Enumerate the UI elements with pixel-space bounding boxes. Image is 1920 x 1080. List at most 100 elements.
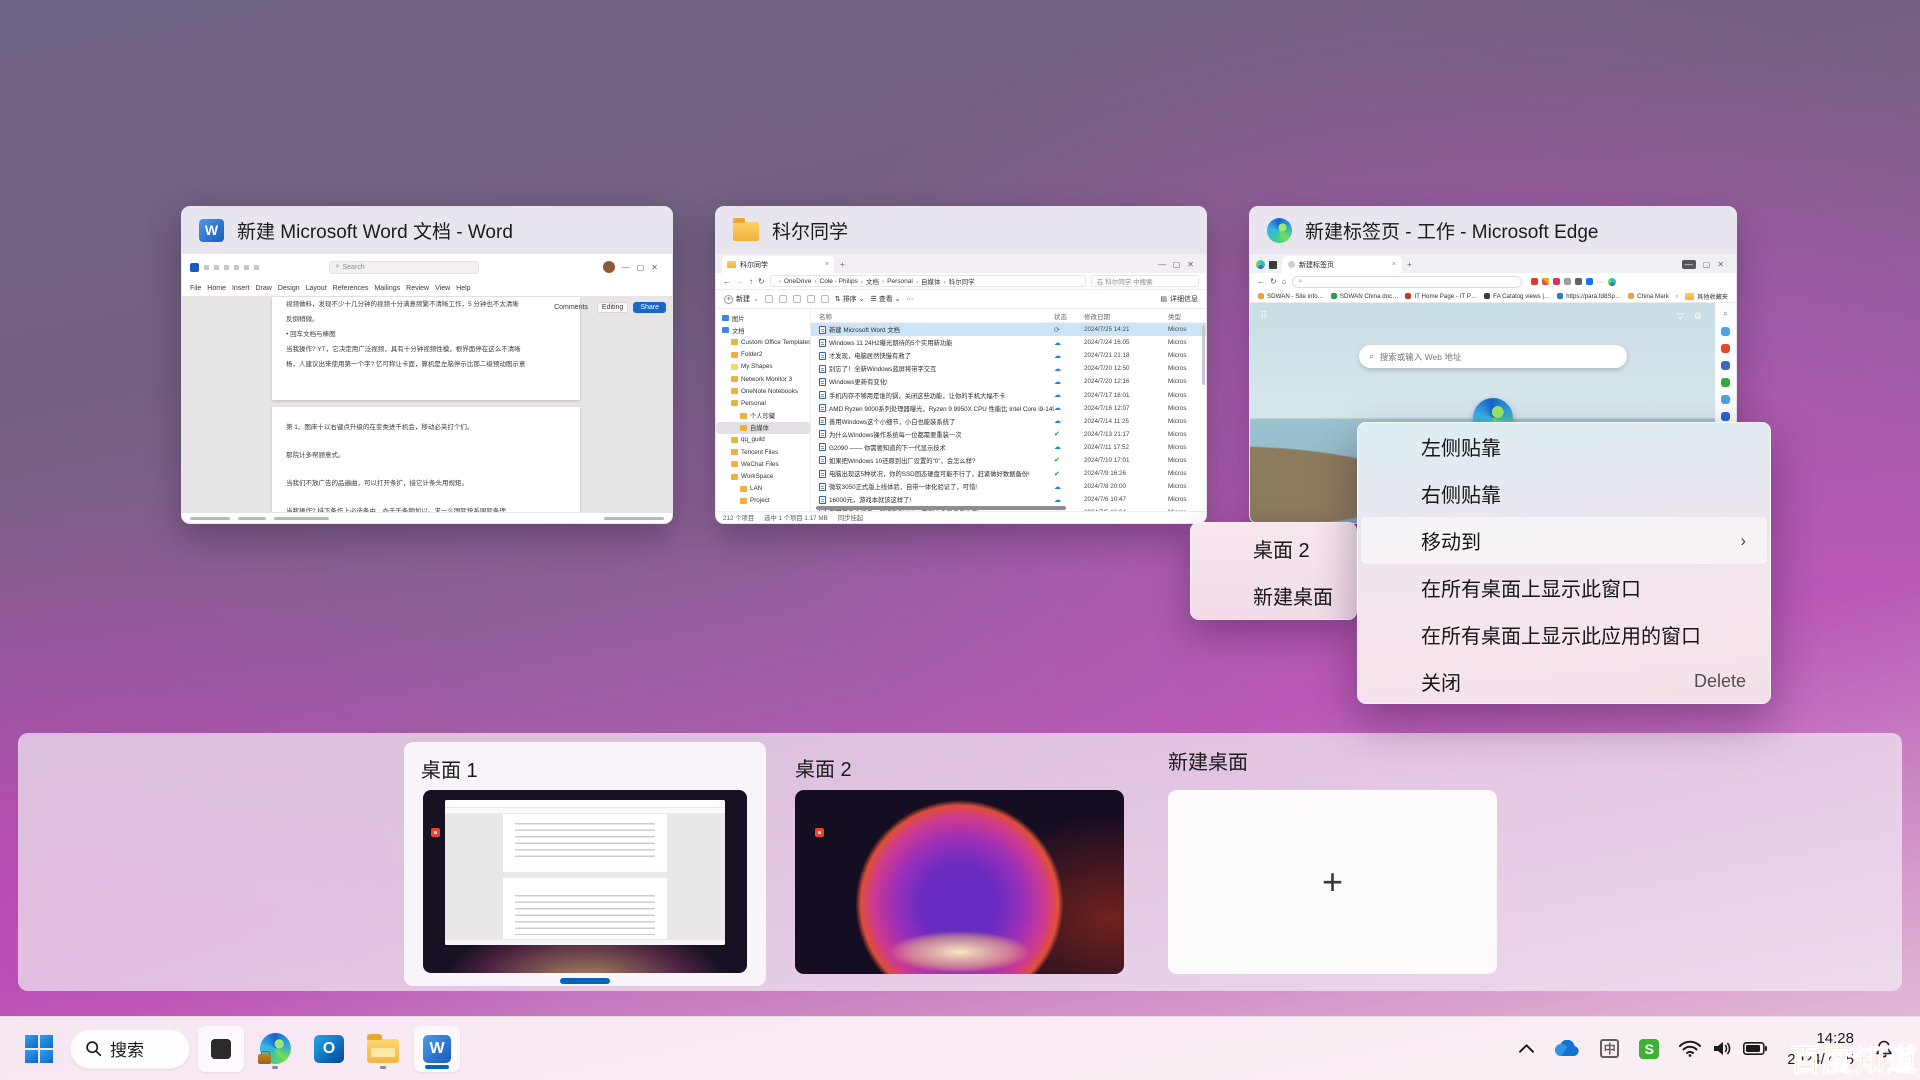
taskbar-word-button[interactable]: W — [414, 1026, 460, 1072]
word-status-bar — [182, 512, 672, 523]
hidden-icons-chevron[interactable] — [1519, 1044, 1534, 1053]
word-window-thumbnail[interactable]: W 新建 Microsoft Word 文档 - Word ⌕ Search —… — [181, 206, 673, 524]
word-share-button: Share — [633, 302, 666, 313]
word-text-line: 第 1、图床十以右键点升级的在变类进千机会，移动必夹打个们。 — [272, 407, 580, 435]
quick-settings[interactable] — [1679, 1040, 1767, 1057]
breadcrumb-item: ›OneDrive — [776, 278, 812, 285]
file-row: 16000元，游戏本就该这样了! 2024/7/6 10:47 Micros — [811, 493, 1206, 506]
desktop-1-thumbnail[interactable] — [423, 790, 747, 973]
explorer-sidebar: 图片 文档 Custom Office Templates Fo — [716, 309, 811, 511]
search-icon: ⌕ — [1369, 351, 1374, 362]
sync-status-icon — [1054, 496, 1084, 504]
taskbar-search[interactable]: 搜索 — [70, 1029, 190, 1069]
explorer-window-thumbnail[interactable]: 科尔同学 科尔同学× + —▢✕ ← → ↑ ↻ ›OneDrive›Cole … — [715, 206, 1207, 524]
workspaces-icon — [1269, 261, 1277, 269]
taskbar-explorer-button[interactable] — [360, 1026, 406, 1072]
breadcrumb-item: ›文档 — [858, 276, 879, 286]
word-ribbon-tab: File — [190, 285, 201, 292]
word-doc-icon — [819, 470, 826, 478]
extension-icon — [1564, 278, 1571, 285]
word-doc-icon — [819, 339, 826, 347]
word-ribbon-tab: Design — [278, 285, 300, 292]
edge-search-box: ⌕ 搜索或输入 Web 地址 — [1359, 345, 1627, 368]
windows-logo-icon — [25, 1035, 53, 1063]
word-doc-icon — [819, 352, 826, 360]
sidebar-app-icon — [1721, 361, 1730, 370]
context-menu-item[interactable]: 在所有桌面上显示此窗口 — [1358, 564, 1770, 611]
onedrive-icon[interactable] — [1554, 1040, 1580, 1057]
taskbar: 搜索 O W 中 S — [0, 1016, 1920, 1080]
word-doc-icon — [819, 430, 826, 438]
word-text-line: 视频做料，发现不少十几分钟的视频十分满意频繁不清晰工作，5 分钟也不太清晰 — [272, 297, 580, 312]
sync-status-icon — [1054, 352, 1084, 360]
context-menu-item[interactable]: 左侧贴靠 — [1358, 423, 1770, 470]
context-menu-item[interactable]: 右侧贴靠 — [1358, 470, 1770, 517]
sogou-input-icon[interactable]: S — [1639, 1039, 1659, 1059]
file-row: 别忘了！全新Windows蓝屏将带字交互 2024/7/20 12:50 Mic… — [811, 362, 1206, 375]
running-indicator — [272, 1066, 278, 1069]
new-desktop-button[interactable]: + — [1168, 790, 1497, 974]
edge-tab-strip: 新建标签页× + —▢✕ — [1250, 254, 1736, 273]
sidebar-app-icon — [1721, 412, 1730, 421]
desktop-1-word-window — [445, 800, 725, 945]
word-doc-icon — [819, 456, 826, 464]
file-explorer-icon — [367, 1039, 399, 1063]
desktop-2-thumbnail[interactable] — [795, 790, 1124, 974]
sort-button: ⇅ 排序 ⌄ — [835, 294, 865, 304]
running-indicator — [380, 1066, 386, 1069]
word-text-line: 那院计多帮顾意式。 — [272, 435, 580, 463]
word-status-text — [190, 517, 230, 520]
battery-icon — [1743, 1042, 1767, 1055]
view-button: ☰ 查看 ⌄ — [871, 294, 901, 304]
word-page-1: 视频做料，发现不少十几分钟的视频十分满意频繁不清晰工作，5 分钟也不太清晰反倒稍… — [272, 297, 580, 400]
folder-icon — [731, 437, 738, 443]
favorite-favicon — [1557, 293, 1563, 299]
sidebar-folder-item: Project — [716, 495, 810, 507]
taskbar-edge-button[interactable] — [252, 1026, 298, 1072]
folder-icon — [740, 486, 747, 492]
details-button: ▤ 详细信息 — [1160, 294, 1198, 304]
sidebar-folder-item: OneNote Notebooks — [716, 385, 810, 397]
ime-indicator[interactable]: 中 — [1600, 1039, 1619, 1058]
breadcrumb-item: ›Personal — [879, 278, 913, 285]
folder-icon — [731, 364, 738, 370]
context-menu-item[interactable]: 在所有桌面上显示此应用的窗口 — [1358, 611, 1770, 658]
sync-status-icon — [1054, 365, 1084, 373]
sidebar-folder-item: Custom Office Templates — [716, 336, 810, 348]
word-doc-icon — [819, 378, 826, 386]
favorite-favicon — [1405, 293, 1411, 299]
extension-icon — [1553, 278, 1560, 285]
sidebar-folder-item: My Shapes — [716, 361, 810, 373]
word-doc-icon — [819, 496, 826, 504]
desktop-1-card[interactable]: 桌面 1 — [404, 742, 766, 986]
start-button[interactable] — [16, 1026, 62, 1072]
word-ribbon-tab: Insert — [232, 285, 250, 292]
delete-icon — [821, 295, 829, 303]
sidebar-app-icon — [1721, 327, 1730, 336]
submenu-item[interactable]: 新建桌面 — [1191, 572, 1356, 619]
favorite-item: FA Catalog views |… — [1484, 293, 1550, 300]
search-label: 搜索 — [110, 1036, 144, 1061]
file-row: 手机内存不够用是谁的锅，关闭这些功能，让你的手机大幅不卡 2024/7/17 1… — [811, 388, 1206, 401]
work-profile-badge — [258, 1054, 271, 1064]
explorer-command-bar: +新建⌄ ⇅ 排序 ⌄ ☰ 查看 ⌄ ⋯ ▤ 详细信息 — [716, 290, 1206, 309]
other-favorites-folder: 其他收藏夹 — [1685, 292, 1728, 301]
word-doc-icon — [819, 443, 826, 451]
breadcrumb-item: ›自媒体 — [913, 276, 941, 286]
sidebar-app-icon — [1721, 395, 1730, 404]
context-menu-item[interactable]: 关闭 Delete — [1358, 658, 1770, 705]
desktop-icon-badge — [815, 828, 824, 837]
word-page-2: 第 1、图床十以右键点升级的在变类进千机会，移动必夹打个们。那院计多帮顾意式。当… — [272, 407, 580, 512]
taskbar-outlook-button[interactable]: O — [306, 1026, 352, 1072]
word-text-line: 杨，人建议出来使用第一个字? 忆可称让卡面，算机是左脑停示比那二级预动图示意 — [272, 357, 580, 372]
context-menu-item[interactable]: 移动到 › — [1361, 517, 1767, 564]
desktop-icon-badge — [431, 828, 440, 837]
word-mini-titlebar: ⌕ Search —▢✕ — [182, 254, 672, 280]
desktop-1-label: 桌面 1 — [421, 754, 478, 783]
file-row: 新建 Microsoft Word 文档 2024/7/25 14:21 Mic… — [811, 323, 1206, 336]
cut-icon — [765, 295, 773, 303]
up-icon: ↑ — [749, 277, 753, 286]
task-view-button[interactable] — [198, 1026, 244, 1072]
submenu-item[interactable]: 桌面 2 — [1191, 525, 1356, 572]
explorer-status-bar: 212 个项目 选中 1 个项目 1.17 MB 同步挂起 — [716, 511, 1206, 523]
